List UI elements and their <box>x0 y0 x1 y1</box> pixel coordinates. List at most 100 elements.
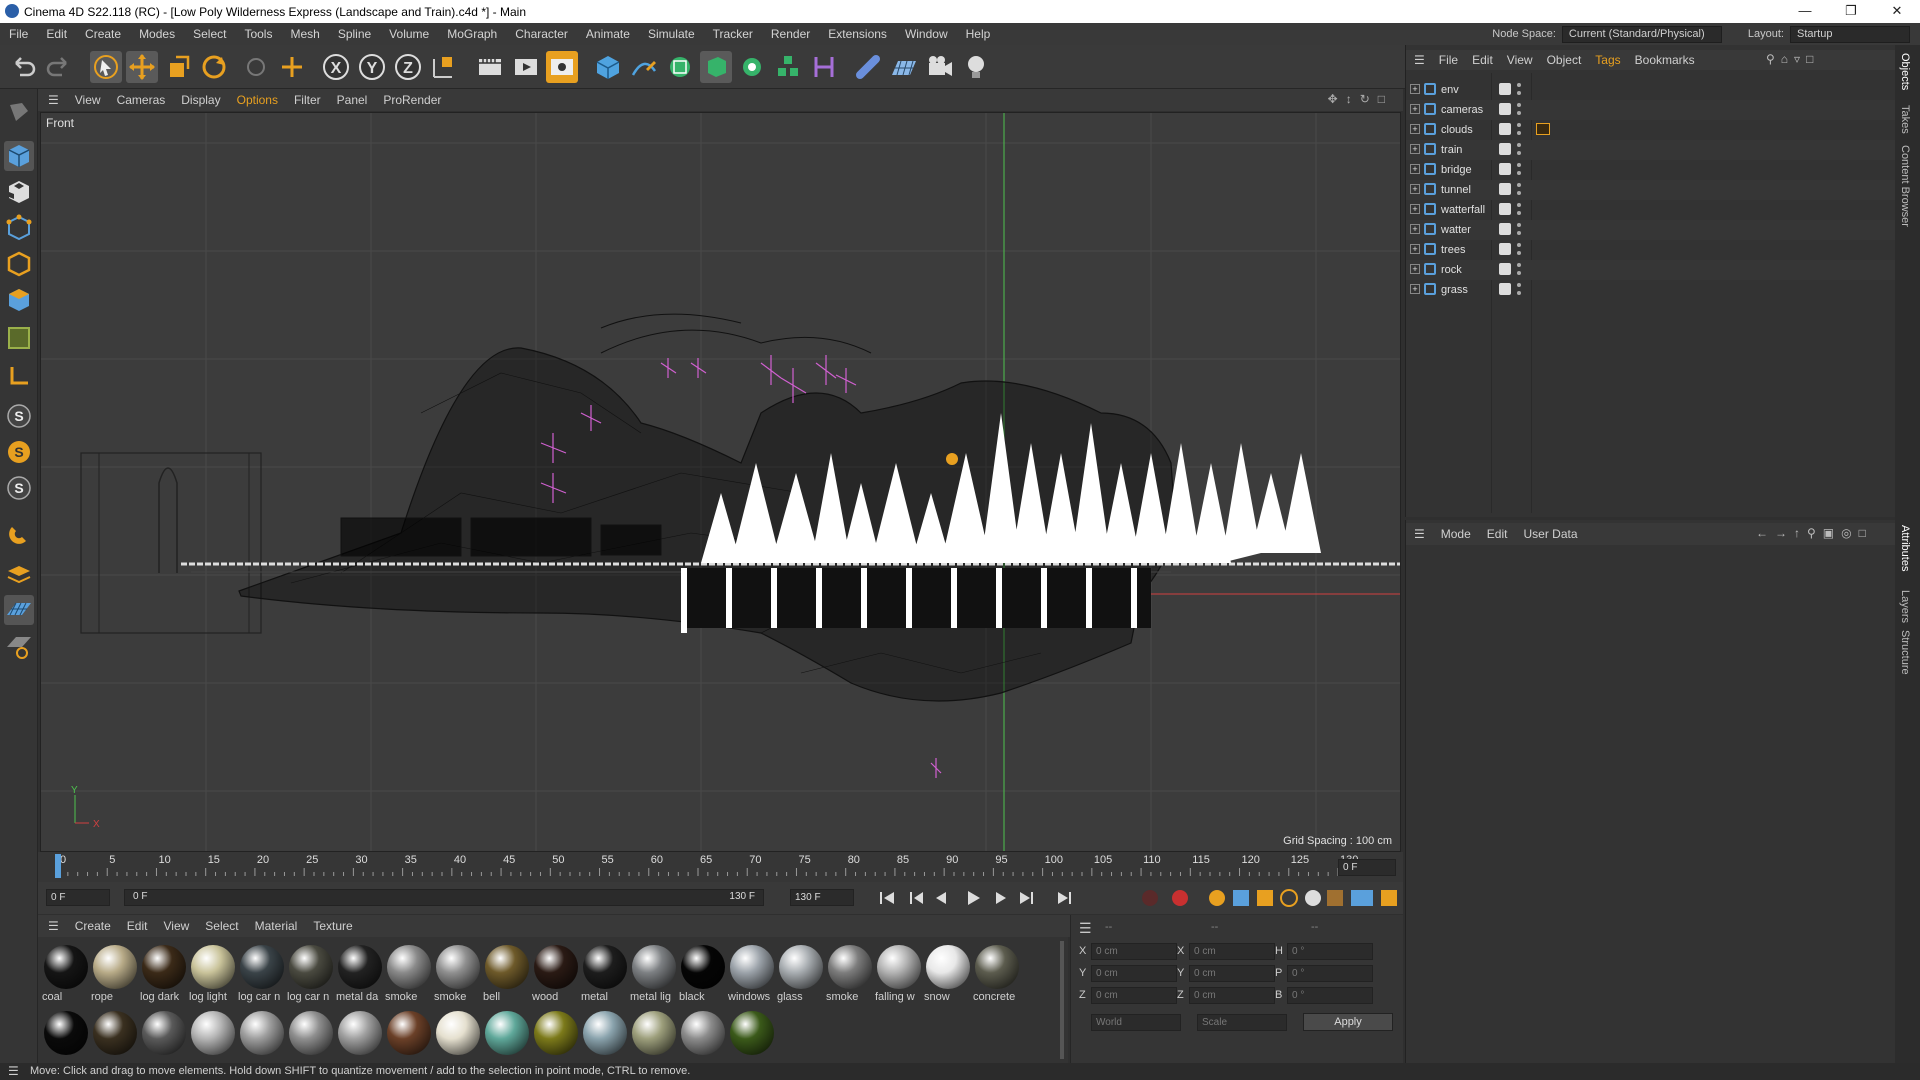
object-menu-file[interactable]: File <box>1432 53 1465 67</box>
render-visibility-dot-icon[interactable] <box>1517 191 1521 195</box>
attribute-nav-tools[interactable]: ←→↑⚲▣◎□ <box>1756 526 1891 542</box>
visibility-check-icon[interactable] <box>1499 163 1511 175</box>
rotate-tool-icon[interactable] <box>198 51 230 83</box>
keyframe-tools[interactable] <box>1207 888 1407 908</box>
mograph-icon[interactable] <box>772 51 804 83</box>
new-window-icon[interactable]: □ <box>1806 52 1819 66</box>
material-swatch[interactable] <box>728 1009 776 1069</box>
object-menu-edit[interactable]: Edit <box>1465 53 1500 67</box>
material-swatch[interactable]: windows <box>728 943 776 1003</box>
tab-attributes[interactable]: Attributes <box>1899 525 1911 571</box>
material-swatch[interactable]: black <box>679 943 727 1003</box>
texture-mode-icon[interactable] <box>4 177 34 207</box>
coordinate-mode-select[interactable]: Scale <box>1197 1014 1287 1031</box>
material-swatch[interactable]: log car n <box>287 943 335 1003</box>
coord-position-field[interactable]: 0 cm <box>1091 965 1177 982</box>
maximize-view-icon[interactable]: □ <box>1378 92 1393 106</box>
editor-visibility-dot-icon[interactable] <box>1517 83 1521 87</box>
render-settings-icon[interactable] <box>546 51 578 83</box>
tab-layers[interactable]: Layers <box>1899 590 1911 623</box>
menu-animate[interactable]: Animate <box>577 27 639 41</box>
material-swatch[interactable]: wood <box>532 943 580 1003</box>
material-menu-texture[interactable]: Texture <box>305 919 360 933</box>
menu-edit[interactable]: Edit <box>37 27 76 41</box>
dolly-icon[interactable]: ↕ <box>1346 92 1360 106</box>
menu-select[interactable]: Select <box>184 27 235 41</box>
material-swatch[interactable] <box>140 1009 188 1069</box>
filter-icon[interactable]: ▿ <box>1794 52 1806 66</box>
viewport-menu-cameras[interactable]: Cameras <box>109 93 174 107</box>
minimize-icon[interactable]: — <box>1782 0 1828 23</box>
object-menu-object[interactable]: Object <box>1540 53 1589 67</box>
object-menu-view[interactable]: View <box>1500 53 1540 67</box>
redo-icon[interactable] <box>42 51 74 83</box>
solo-hierarchy-icon[interactable]: S <box>4 473 34 503</box>
make-editable-icon[interactable] <box>4 97 34 127</box>
apply-button[interactable]: Apply <box>1303 1013 1393 1031</box>
attr-menu-mode[interactable]: Mode <box>1433 527 1479 541</box>
object-row-grass[interactable]: + grass <box>1406 280 1896 300</box>
points-mode-icon[interactable] <box>4 213 34 243</box>
material-menu-material[interactable]: Material <box>247 919 306 933</box>
material-swatch[interactable]: log dark <box>140 943 188 1003</box>
current-frame-field[interactable]: 0 F <box>1338 859 1396 876</box>
undo-icon[interactable] <box>8 51 40 83</box>
lock-icon[interactable]: ▣ <box>1823 526 1841 540</box>
start-frame-field[interactable]: 0 F <box>46 889 110 906</box>
pan-icon[interactable]: ✥ <box>1328 92 1346 106</box>
cube-icon[interactable] <box>592 51 624 83</box>
visibility-check-icon[interactable] <box>1499 183 1511 195</box>
expand-icon[interactable]: + <box>1410 144 1420 154</box>
material-swatch[interactable] <box>287 1009 335 1069</box>
layers-icon[interactable] <box>4 559 34 589</box>
selection-tool-icon[interactable] <box>90 51 122 83</box>
coordinate-system-icon[interactable] <box>428 51 460 83</box>
visibility-check-icon[interactable] <box>1499 203 1511 215</box>
material-swatch[interactable]: rope <box>91 943 139 1003</box>
home-icon[interactable]: ⌂ <box>1781 52 1794 66</box>
workplane-icon[interactable] <box>4 361 34 391</box>
visibility-check-icon[interactable] <box>1499 143 1511 155</box>
lock-y-icon[interactable]: Y <box>356 51 388 83</box>
material-swatch[interactable]: log light <box>189 943 237 1003</box>
render-picture-viewer-icon[interactable] <box>510 51 542 83</box>
render-visibility-dot-icon[interactable] <box>1517 251 1521 255</box>
render-visibility-dot-icon[interactable] <box>1517 211 1521 215</box>
coordinate-space-select[interactable]: World <box>1091 1014 1181 1031</box>
material-swatch[interactable] <box>42 1009 90 1069</box>
menu-extensions[interactable]: Extensions <box>819 27 896 41</box>
coord-position-field[interactable]: 0 cm <box>1091 943 1177 960</box>
coord-size-field[interactable]: 0 cm <box>1189 965 1275 982</box>
subdivision-icon[interactable] <box>664 51 696 83</box>
visibility-check-icon[interactable] <box>1499 123 1511 135</box>
object-manager-tools[interactable]: ⚲⌂▿□ <box>1766 52 1886 68</box>
close-icon[interactable]: ✕ <box>1874 0 1920 23</box>
material-hamburger-icon[interactable]: ☰ <box>38 919 67 933</box>
menu-tracker[interactable]: Tracker <box>704 27 762 41</box>
viewport-front[interactable]: Y X Front Grid Spacing : 100 cm <box>40 112 1401 852</box>
extrude-icon[interactable] <box>700 51 732 83</box>
material-swatch[interactable] <box>532 1009 580 1069</box>
material-swatch[interactable]: smoke <box>826 943 874 1003</box>
coord-position-field[interactable]: 0 cm <box>1091 987 1177 1004</box>
coords-hamburger-icon[interactable]: ☰ <box>1079 920 1092 937</box>
material-menu-view[interactable]: View <box>155 919 197 933</box>
status-hamburger-icon[interactable]: ☰ <box>8 1063 19 1080</box>
menu-file[interactable]: File <box>0 27 37 41</box>
viewport-menu-filter[interactable]: Filter <box>286 93 329 107</box>
axis-tool-icon[interactable] <box>276 51 308 83</box>
visibility-check-icon[interactable] <box>1499 243 1511 255</box>
material-swatch[interactable] <box>238 1009 286 1069</box>
editor-visibility-dot-icon[interactable] <box>1517 163 1521 167</box>
menu-render[interactable]: Render <box>762 27 819 41</box>
clapper-tag-icon[interactable] <box>1536 123 1550 135</box>
target-icon[interactable]: ◎ <box>1841 526 1858 540</box>
render-visibility-dot-icon[interactable] <box>1517 91 1521 95</box>
expand-icon[interactable]: + <box>1410 224 1420 234</box>
polygons-mode-icon[interactable] <box>4 285 34 315</box>
tab-content-browser[interactable]: Content Browser <box>1899 145 1911 227</box>
move-tool-icon[interactable] <box>126 51 158 83</box>
viewport-menu-view[interactable]: View <box>67 93 109 107</box>
render-visibility-dot-icon[interactable] <box>1517 111 1521 115</box>
sculpt-icon[interactable] <box>4 631 34 661</box>
